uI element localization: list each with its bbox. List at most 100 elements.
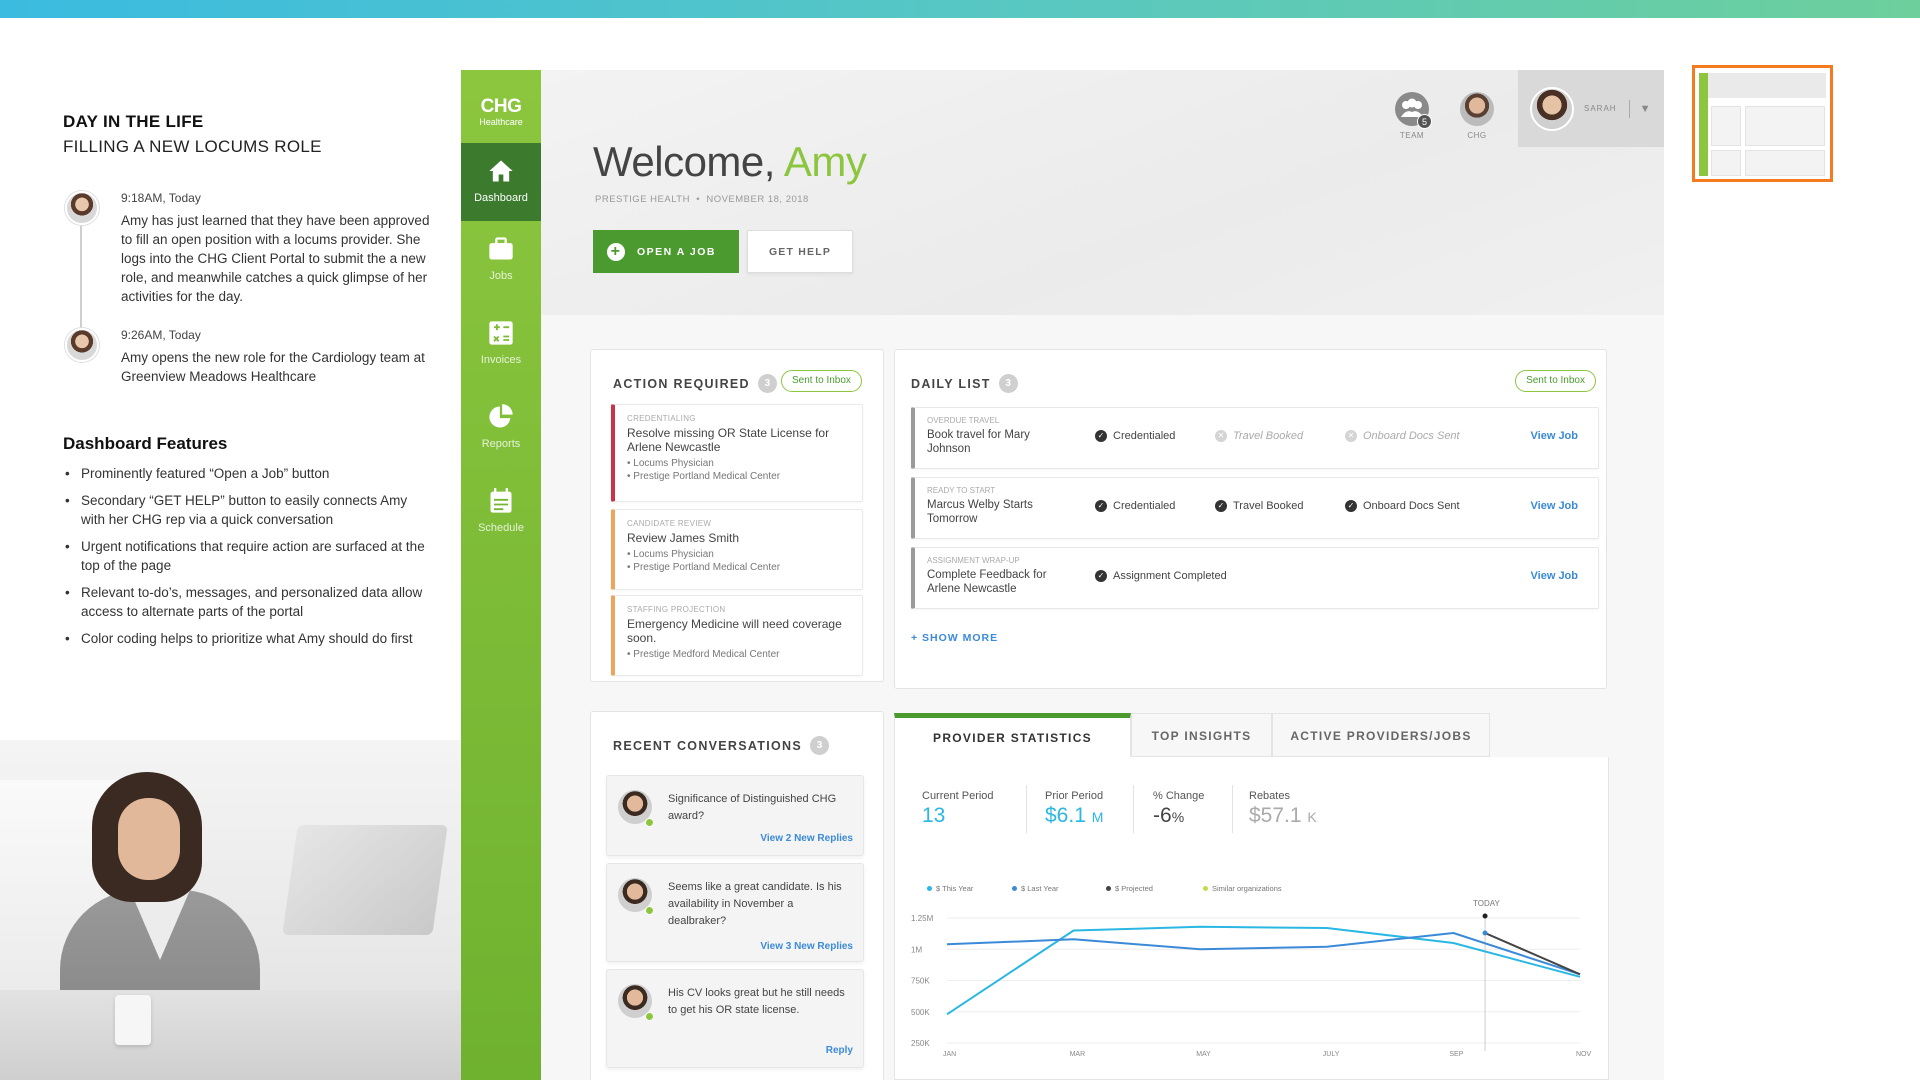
sidebar-item-jobs[interactable]: Jobs bbox=[461, 221, 541, 305]
table-row: READY TO START Marcus Welby Starts Tomor… bbox=[911, 477, 1599, 539]
feature-item: Prominently featured “Open a Job” button bbox=[63, 464, 433, 483]
daily-list-card: DAILY LIST 3 Sent to Inbox OVERDUE TRAVE… bbox=[894, 349, 1607, 689]
x-icon: ✕ bbox=[1215, 430, 1227, 442]
tab-top-insights[interactable]: TOP INSIGHTS bbox=[1131, 713, 1272, 757]
feature-item: Color coding helps to prioritize what Am… bbox=[63, 629, 433, 648]
percent-change-stat: % Change -6% bbox=[1153, 790, 1205, 827]
x-tick-label: MAY bbox=[1196, 1051, 1211, 1058]
online-indicator bbox=[645, 818, 654, 827]
sidebar-item-dashboard[interactable]: Dashboard bbox=[461, 143, 541, 221]
user-menu[interactable]: SARAH ▼ bbox=[1518, 70, 1664, 147]
x-tick-label: JAN bbox=[943, 1051, 956, 1058]
plus-icon: + bbox=[607, 242, 625, 261]
timeline-time: 9:18AM, Today bbox=[121, 191, 201, 205]
y-tick-label: 250K bbox=[911, 1039, 930, 1048]
x-tick-label: NOV bbox=[1576, 1051, 1592, 1058]
status-item: ✓ Credentialed bbox=[1095, 430, 1175, 442]
sent-to-inbox-button[interactable]: Sent to Inbox bbox=[781, 370, 862, 392]
check-icon: ✓ bbox=[1215, 500, 1227, 512]
provider-line-chart: 1.25M 1M 750K 500K 250K JAN MAR MAY JULY SEP NOV TO… bbox=[911, 899, 1592, 1058]
view-job-link[interactable]: View Job bbox=[1531, 430, 1578, 442]
y-tick-label: 1.25M bbox=[911, 914, 934, 923]
welcome-header: Welcome, Amy PRESTIGE HEALTH • NOVEMBER … bbox=[541, 70, 1664, 315]
org-date: PRESTIGE HEALTH • NOVEMBER 18, 2018 bbox=[595, 194, 809, 205]
timeline-item: 9:18AM, Today Amy has just learned that … bbox=[63, 191, 433, 306]
get-help-button[interactable]: GET HELP bbox=[747, 230, 853, 273]
avatar bbox=[1460, 92, 1494, 126]
list-item[interactable]: CANDIDATE REVIEW Review James Smith • Lo… bbox=[611, 509, 863, 590]
conversation-item[interactable]: Seems like a great candidate. Is his ava… bbox=[606, 863, 864, 962]
timeline-time: 9:26AM, Today bbox=[121, 328, 201, 342]
show-more-link[interactable]: + SHOW MORE bbox=[911, 632, 998, 644]
sidebar-item-schedule[interactable]: Schedule bbox=[461, 473, 541, 557]
tab-active-providers-jobs[interactable]: ACTIVE PROVIDERS/JOBS bbox=[1272, 713, 1490, 757]
statistics-panel: PROVIDER STATISTICS TOP INSIGHTS ACTIVE … bbox=[894, 713, 1609, 1080]
dashboard-features: Dashboard Features Prominently featured … bbox=[63, 434, 433, 648]
office-photo bbox=[0, 740, 462, 1080]
table-row: ASSIGNMENT WRAP-UP Complete Feedback for… bbox=[911, 547, 1599, 609]
team-icon: 5 bbox=[1395, 92, 1432, 129]
status-item: ✓ Credentialed bbox=[1095, 500, 1175, 512]
calendar-icon bbox=[490, 488, 512, 513]
tab-provider-statistics[interactable]: PROVIDER STATISTICS bbox=[894, 713, 1131, 757]
list-item[interactable]: STAFFING PROJECTION Emergency Medicine w… bbox=[611, 595, 863, 676]
sidebar-item-reports[interactable]: Reports bbox=[461, 389, 541, 473]
status-item: ✓ Assignment Completed bbox=[1095, 570, 1227, 582]
card-title: DAILY LIST 3 bbox=[911, 374, 1018, 393]
check-icon: ✓ bbox=[1095, 500, 1107, 512]
conversation-item[interactable]: Significance of Distinguished CHG award?… bbox=[606, 775, 864, 856]
timeline-item: 9:26AM, Today Amy opens the new role for… bbox=[63, 328, 433, 386]
sidebar-nav: CHG Healthcare Dashboard Jobs Invoices R… bbox=[461, 70, 541, 1080]
story-timeline: 9:18AM, Today Amy has just learned that … bbox=[63, 191, 433, 386]
x-tick-label: JULY bbox=[1323, 1051, 1340, 1058]
x-tick-label: SEP bbox=[1449, 1051, 1463, 1058]
current-period-stat: Current Period 13 bbox=[922, 790, 994, 827]
story-title: DAY IN THE LIFE bbox=[63, 112, 204, 131]
screen-thumbnail[interactable] bbox=[1692, 65, 1833, 182]
user-name: SARAH bbox=[1584, 104, 1617, 113]
status-item: ✓ Travel Booked bbox=[1215, 500, 1304, 512]
home-icon bbox=[489, 160, 513, 182]
user-first-name: Amy bbox=[783, 138, 867, 185]
conversation-item[interactable]: His CV looks great but he still needs to… bbox=[606, 969, 864, 1068]
today-dot bbox=[1482, 913, 1488, 919]
story-panel: DAY IN THE LIFE FILLING A NEW LOCUMS ROL… bbox=[63, 112, 433, 656]
status-item: ✕ Onboard Docs Sent bbox=[1345, 430, 1460, 442]
timeline-text: Amy opens the new role for the Cardiolog… bbox=[121, 350, 425, 384]
avatar bbox=[65, 191, 99, 225]
x-icon: ✕ bbox=[1345, 430, 1357, 442]
calculator-icon bbox=[489, 321, 513, 345]
card-title: RECENT CONVERSATIONS 3 bbox=[613, 736, 829, 755]
series-line bbox=[1484, 932, 1581, 976]
sent-to-inbox-button[interactable]: Sent to Inbox bbox=[1515, 370, 1596, 392]
avatar bbox=[1530, 86, 1574, 131]
count-badge: 3 bbox=[809, 736, 829, 755]
team-button[interactable]: 5 TEAM bbox=[1392, 92, 1432, 140]
rebates-stat: Rebates $57.1 K bbox=[1249, 790, 1317, 827]
view-replies-link[interactable]: View 2 New Replies bbox=[760, 833, 853, 844]
reply-link[interactable]: Reply bbox=[826, 1045, 853, 1056]
action-required-card: ACTION REQUIRED 3 Sent to Inbox CREDENTI… bbox=[590, 349, 884, 682]
card-title: ACTION REQUIRED 3 bbox=[613, 374, 777, 393]
view-job-link[interactable]: View Job bbox=[1531, 570, 1578, 582]
view-replies-link[interactable]: View 3 New Replies bbox=[760, 941, 853, 952]
chevron-down-icon[interactable]: ▼ bbox=[1640, 103, 1651, 115]
view-job-link[interactable]: View Job bbox=[1531, 500, 1578, 512]
recent-conversations-card: RECENT CONVERSATIONS 3 Significance of D… bbox=[590, 711, 884, 1080]
prior-period-stat: Prior Period $6.1 M bbox=[1045, 790, 1104, 827]
check-icon: ✓ bbox=[1345, 500, 1357, 512]
list-item[interactable]: CREDENTIALING Resolve missing OR State L… bbox=[611, 404, 863, 502]
team-count-badge: 5 bbox=[1417, 114, 1432, 129]
sidebar-item-invoices[interactable]: Invoices bbox=[461, 305, 541, 389]
online-indicator bbox=[645, 906, 654, 915]
feature-item: Relevant to-do’s, messages, and personal… bbox=[63, 583, 433, 621]
chg-logo[interactable]: CHG Healthcare bbox=[461, 70, 541, 143]
timeline-text: Amy has just learned that they have been… bbox=[121, 213, 430, 304]
check-icon: ✓ bbox=[1095, 570, 1107, 582]
chg-rep-button[interactable]: CHG bbox=[1457, 92, 1497, 140]
briefcase-icon bbox=[489, 237, 513, 260]
check-icon: ✓ bbox=[1095, 430, 1107, 442]
avatar bbox=[65, 328, 99, 362]
y-tick-label: 750K bbox=[911, 977, 930, 986]
open-job-button[interactable]: + OPEN A JOB bbox=[593, 230, 739, 273]
